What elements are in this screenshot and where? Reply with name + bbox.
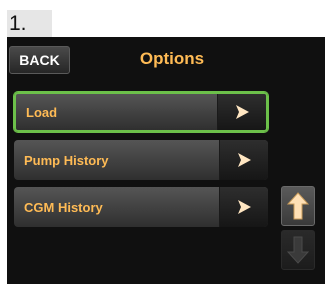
chevron-right-icon [219, 140, 268, 180]
step-number-label: 1. [7, 10, 52, 37]
menu-item-cgm-history[interactable]: CGM History [14, 187, 268, 227]
menu-item-load[interactable]: Load [14, 92, 268, 132]
menu-item-pump-history[interactable]: Pump History [14, 140, 268, 180]
device-screen: BACK Options Load Pump History CGM Histo… [7, 37, 325, 284]
menu-item-label: Pump History [24, 152, 109, 168]
arrow-up-icon [287, 192, 309, 220]
chevron-right-icon [219, 187, 268, 227]
menu-item-label: CGM History [24, 199, 103, 215]
scroll-down-button[interactable] [281, 230, 315, 270]
menu-item-label: Load [26, 104, 58, 120]
header-bar: BACK Options [7, 37, 325, 84]
chevron-right-icon [217, 94, 266, 130]
scroll-up-button[interactable] [281, 186, 315, 226]
arrow-down-icon [287, 236, 309, 264]
back-button[interactable]: BACK [9, 46, 70, 74]
page-title: Options [139, 49, 205, 68]
